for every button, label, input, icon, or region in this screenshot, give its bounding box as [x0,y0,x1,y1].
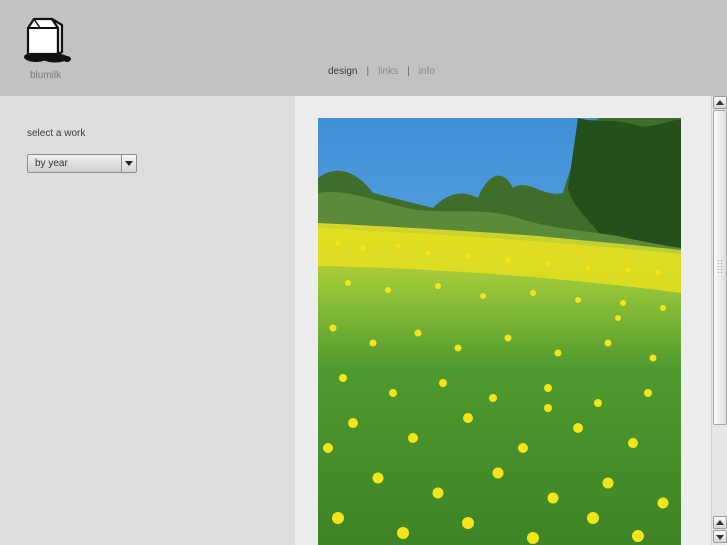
nav-item-info[interactable]: info [419,66,435,77]
milk-carton-icon[interactable] [22,16,74,64]
nav-separator: | [366,66,370,77]
work-select-dropdown[interactable]: by year [27,154,137,173]
scroll-down-icon[interactable] [713,530,727,543]
grip-icon [717,259,724,273]
scroll-up-icon[interactable] [713,96,727,109]
sidebar: select a work by year [0,96,295,545]
meadow-photo [318,118,681,545]
nav-separator: | [407,66,410,77]
scrollbar-thumb[interactable] [713,110,727,425]
vertical-scrollbar[interactable] [711,96,727,545]
nav-item-design[interactable]: design [328,66,357,77]
content-area [295,96,711,545]
site-header: blumilk design | links | info [0,0,727,96]
dropdown-selected-value: by year [35,158,68,169]
main-nav: design | links | info [328,66,435,77]
select-work-label: select a work [27,128,86,139]
nav-item-links[interactable]: links [378,66,398,77]
chevron-down-icon[interactable] [121,155,136,172]
brand-name: blumilk [30,70,62,81]
scroll-up-icon[interactable] [713,516,727,529]
